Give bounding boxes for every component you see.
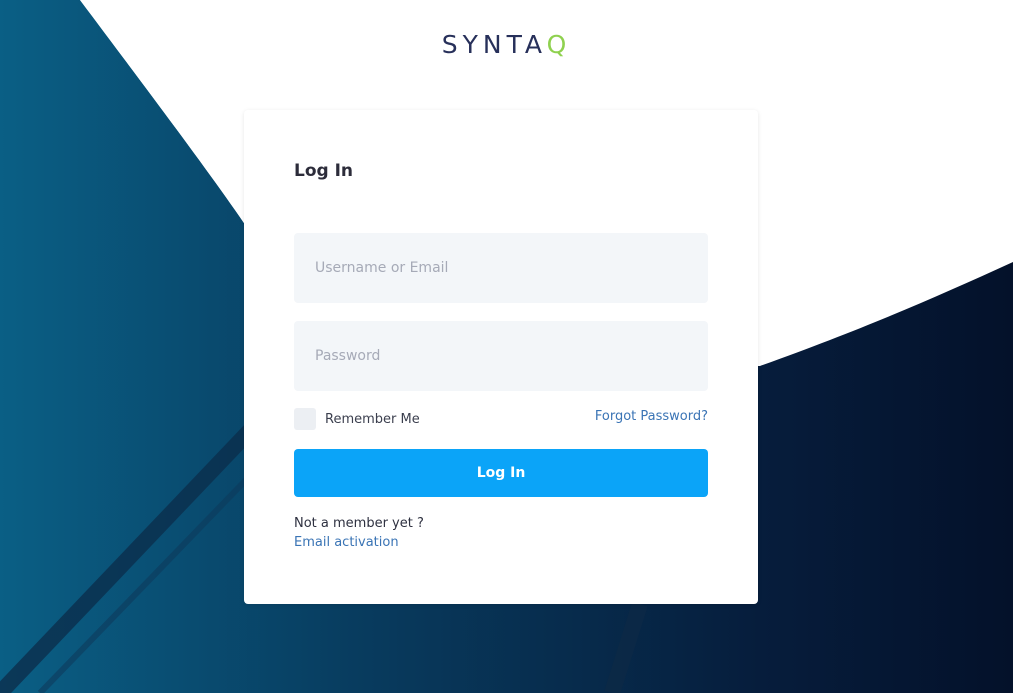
login-title: Log In bbox=[294, 161, 354, 181]
login-button[interactable]: Log In bbox=[294, 449, 708, 497]
login-card: Log In Remember Me Forgot Password? Log … bbox=[244, 110, 758, 604]
remember-checkbox[interactable] bbox=[294, 408, 316, 430]
remember-me[interactable]: Remember Me bbox=[294, 408, 420, 430]
username-input[interactable] bbox=[294, 233, 708, 303]
signup-prompt: Not a member yet ? bbox=[294, 516, 424, 531]
password-input[interactable] bbox=[294, 321, 708, 391]
remember-label: Remember Me bbox=[325, 411, 420, 427]
logo-accent: Q bbox=[546, 30, 572, 59]
email-activation-link[interactable]: Email activation bbox=[294, 535, 399, 550]
logo-text: SYNTA bbox=[441, 30, 547, 59]
forgot-password-link[interactable]: Forgot Password? bbox=[595, 409, 708, 424]
login-page: SYNTAQ Log In Remember Me Forgot Passwor… bbox=[0, 0, 1013, 693]
syntaq-logo: SYNTAQ bbox=[0, 30, 1013, 59]
